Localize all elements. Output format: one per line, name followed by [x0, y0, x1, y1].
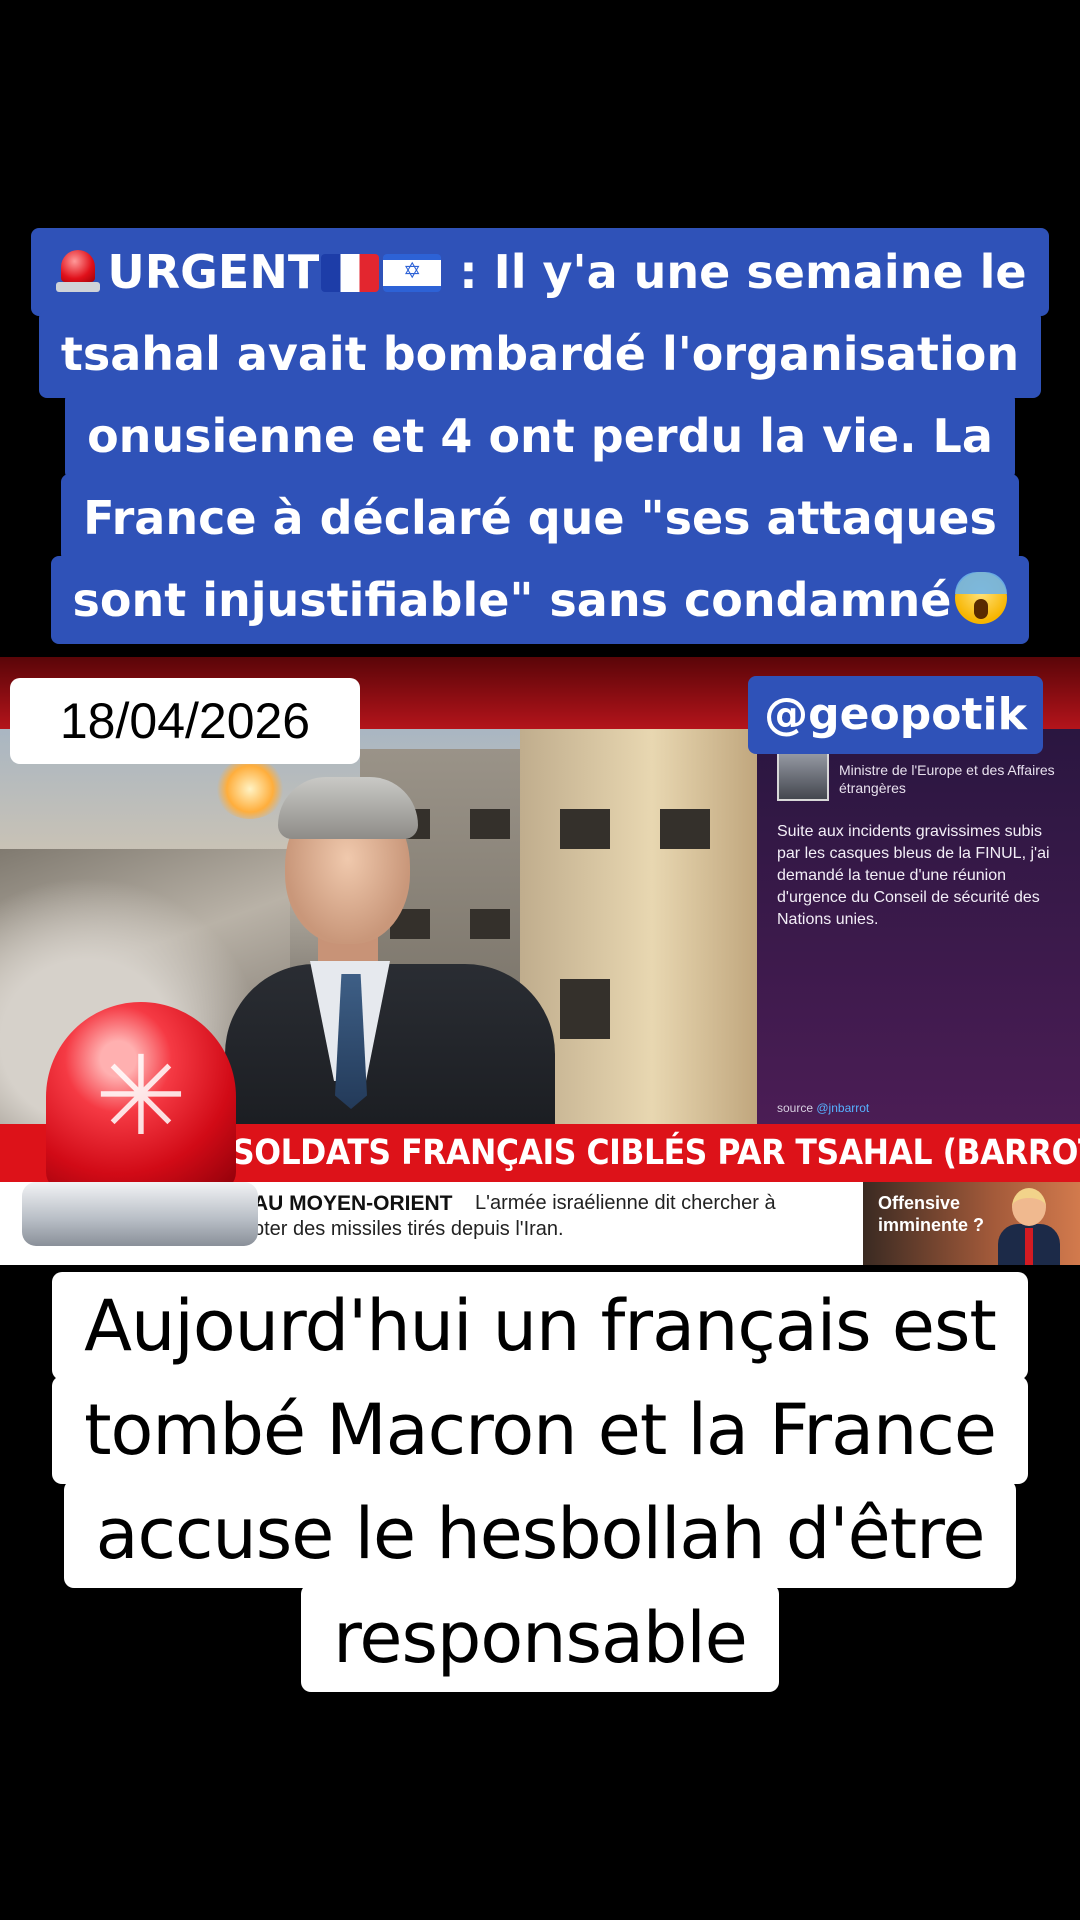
- bottom-caption-line-2: tombé Macron et la France: [52, 1376, 1028, 1484]
- news-thumbnail: Offensive imminente ?: [863, 1182, 1080, 1265]
- tweet-panel: Jean-Noël Barrot Ministre de l'Europe et…: [757, 729, 1080, 1124]
- tweet-avatar: [777, 749, 829, 801]
- date-label: 18/04/2026: [10, 678, 360, 764]
- top-caption-line-5: sont injustifiable" sans condamné: [50, 556, 1030, 644]
- tweet-source-handle: @jnbarrot: [816, 1101, 870, 1115]
- screaming-face-icon: [955, 572, 1008, 624]
- top-caption-line-1-text: : Il y'a une semaine le: [443, 245, 1027, 299]
- police-light-icon-large: ✳: [22, 1002, 258, 1246]
- ticker-title: AU MOYEN-ORIENT: [253, 1192, 453, 1215]
- bottom-caption: Aujourd'hui un français est tombé Macron…: [0, 1272, 1080, 1692]
- tweet-author-role: Ministre de l'Europe et des Affaires étr…: [839, 762, 1055, 796]
- channel-handle: @geopotik: [748, 676, 1043, 754]
- top-caption: URGENT : Il y'a une semaine le tsahal av…: [0, 228, 1080, 644]
- tweet-text: Suite aux incidents gravissimes subis pa…: [777, 823, 1050, 928]
- police-light-icon: [53, 246, 103, 292]
- urgent-label: URGENT: [107, 245, 320, 299]
- news-headline: SOLDATS FRANÇAIS CIBLÉS PAR TSAHAL (BARR…: [232, 1133, 1080, 1173]
- tweet-source-label: source: [777, 1101, 814, 1115]
- top-caption-line-2: tsahal avait bombardé l'organisation: [38, 310, 1042, 398]
- israel-flag-icon: [383, 254, 442, 292]
- thumbnail-person: [998, 1188, 1060, 1265]
- building-right: [520, 729, 760, 1124]
- anchor-hair: [278, 777, 418, 839]
- thumbnail-label: Offensive imminente ?: [878, 1193, 985, 1235]
- top-caption-line-4: France à déclaré que "ses attaques: [61, 474, 1019, 562]
- bottom-caption-line-3: accuse le hesbollah d'être: [63, 1480, 1017, 1588]
- ticker-line-1: L'armée israélienne dit chercher à: [475, 1192, 776, 1214]
- bottom-caption-line-1: Aujourd'hui un français est: [52, 1272, 1028, 1380]
- france-flag-icon: [321, 254, 380, 292]
- tweet-source: source @jnbarrot: [777, 1101, 869, 1115]
- top-caption-line-3: onusienne et 4 ont perdu la vie. La: [65, 392, 1015, 480]
- explosion-glow: [215, 759, 285, 819]
- bottom-caption-line-4: responsable: [301, 1584, 779, 1692]
- top-caption-line-1: URGENT : Il y'a une semaine le: [31, 228, 1049, 316]
- top-caption-line-5-text: sont injustifiable" sans condamné: [72, 573, 952, 627]
- ticker-line-2: pter des missiles tirés depuis l'Iran.: [253, 1218, 564, 1240]
